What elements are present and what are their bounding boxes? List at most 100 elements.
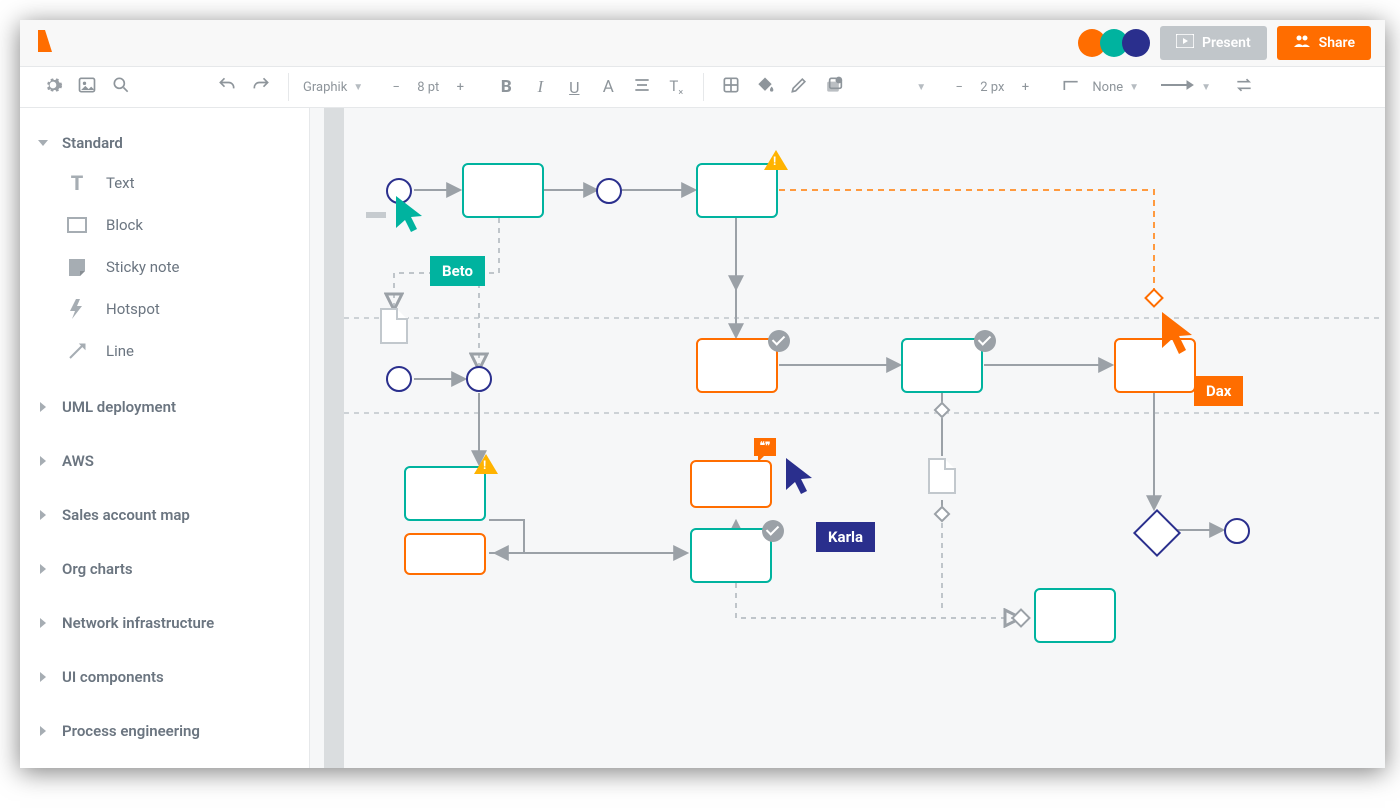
pencil-icon bbox=[789, 75, 809, 99]
presence-stack[interactable] bbox=[1084, 29, 1150, 57]
canvas[interactable]: ❝❞ Beto Karla Dax bbox=[344, 108, 1385, 768]
library-name: UML deployment bbox=[62, 398, 176, 416]
task-block[interactable] bbox=[690, 460, 772, 508]
document-shape[interactable] bbox=[928, 458, 956, 494]
share-button[interactable]: Share bbox=[1277, 26, 1371, 60]
shape-label: Block bbox=[106, 216, 143, 234]
text-color-button[interactable]: A bbox=[595, 74, 621, 100]
canvas-area[interactable]: ❝❞ Beto Karla Dax bbox=[310, 108, 1385, 768]
task-block[interactable] bbox=[404, 466, 486, 521]
shape-item-text[interactable]: T Text bbox=[66, 162, 291, 204]
present-button[interactable]: Present bbox=[1160, 26, 1267, 60]
font-size-increase[interactable]: + bbox=[447, 74, 473, 100]
arrow-type-select[interactable]: ▼ bbox=[1159, 79, 1211, 95]
line-style-select[interactable]: None ▼ bbox=[1092, 80, 1139, 95]
warning-badge-icon bbox=[474, 454, 498, 474]
line-shape-button[interactable] bbox=[1058, 74, 1084, 100]
swap-icon bbox=[1234, 75, 1254, 99]
undo-button[interactable] bbox=[214, 74, 240, 100]
chevron-right-icon bbox=[40, 564, 46, 574]
intermediate-event[interactable] bbox=[386, 366, 412, 392]
task-block[interactable] bbox=[696, 338, 778, 393]
shape-item-block[interactable]: Block bbox=[66, 204, 291, 246]
clear-format-button[interactable]: T× bbox=[663, 74, 689, 100]
collaborator-name: Dax bbox=[1206, 382, 1231, 400]
image-icon bbox=[77, 75, 97, 99]
people-icon bbox=[1293, 34, 1311, 52]
library-name: Org charts bbox=[62, 560, 133, 578]
warning-badge-icon bbox=[764, 150, 788, 170]
task-block[interactable] bbox=[404, 533, 486, 575]
library-name: AWS bbox=[62, 452, 94, 470]
underline-button[interactable]: U bbox=[561, 74, 587, 100]
chevron-right-icon bbox=[40, 510, 46, 520]
font-size-decrease[interactable]: − bbox=[383, 74, 409, 100]
chevron-down-icon bbox=[38, 140, 48, 146]
present-label: Present bbox=[1202, 35, 1251, 51]
library-section-process[interactable]: Process engineering bbox=[38, 712, 291, 750]
shape-label: Hotspot bbox=[106, 300, 160, 318]
library-section-sales[interactable]: Sales account map bbox=[38, 496, 291, 534]
line-style-value: None bbox=[1092, 80, 1123, 95]
library-section-org[interactable]: Org charts bbox=[38, 550, 291, 588]
bold-icon: B bbox=[501, 77, 512, 97]
chevron-down-icon: ▼ bbox=[1129, 82, 1139, 93]
task-block[interactable] bbox=[696, 163, 778, 218]
stroke-width-decrease[interactable]: − bbox=[946, 74, 972, 100]
shape-button[interactable] bbox=[718, 74, 744, 100]
library-section-standard[interactable]: Standard bbox=[38, 124, 291, 162]
redo-button[interactable] bbox=[248, 74, 274, 100]
intermediate-event[interactable] bbox=[596, 178, 622, 204]
library-name: Network infrastructure bbox=[62, 614, 214, 632]
collaborator-name: Beto bbox=[442, 262, 473, 280]
cursor-icon bbox=[782, 456, 818, 498]
shape-item-sticky[interactable]: Sticky note bbox=[66, 246, 291, 288]
text-icon: T bbox=[66, 172, 88, 194]
stroke-color-button[interactable] bbox=[786, 74, 812, 100]
app-logo bbox=[34, 28, 56, 58]
italic-button[interactable]: I bbox=[527, 74, 553, 100]
library-section-uml[interactable]: UML deployment bbox=[38, 388, 291, 426]
italic-icon: I bbox=[537, 77, 543, 97]
library-section-aws[interactable]: AWS bbox=[38, 442, 291, 480]
image-button[interactable] bbox=[74, 74, 100, 100]
search-button[interactable] bbox=[108, 74, 134, 100]
library-name: Standard bbox=[62, 134, 123, 152]
swap-direction-button[interactable] bbox=[1231, 74, 1257, 100]
intermediate-event[interactable] bbox=[466, 366, 492, 392]
undo-icon bbox=[217, 75, 237, 99]
library-section-ui[interactable]: UI components bbox=[38, 658, 291, 696]
fill-button[interactable] bbox=[752, 74, 778, 100]
bold-button[interactable]: B bbox=[493, 74, 519, 100]
library-name: Process engineering bbox=[62, 722, 200, 740]
task-block[interactable] bbox=[901, 338, 983, 393]
scroll-handle[interactable] bbox=[366, 212, 386, 218]
end-event[interactable] bbox=[1224, 518, 1250, 544]
chevron-right-icon bbox=[40, 726, 46, 736]
cursor-icon bbox=[392, 194, 428, 236]
task-block[interactable] bbox=[462, 163, 544, 218]
check-badge-icon bbox=[768, 330, 790, 352]
chevron-down-icon: ▼ bbox=[353, 82, 363, 93]
stroke-width-value: 2 px bbox=[980, 80, 1004, 95]
task-block[interactable] bbox=[690, 528, 772, 583]
underline-icon: U bbox=[569, 78, 579, 97]
align-button[interactable] bbox=[629, 74, 655, 100]
check-badge-icon bbox=[762, 520, 784, 542]
stroke-width-increase[interactable]: + bbox=[1012, 74, 1038, 100]
library-section-network[interactable]: Network infrastructure bbox=[38, 604, 291, 642]
arrow-icon bbox=[1159, 79, 1195, 95]
layers-button[interactable] bbox=[820, 74, 846, 100]
collaborator-tag: Dax bbox=[1194, 376, 1243, 406]
document-shape[interactable] bbox=[380, 308, 408, 344]
settings-button[interactable] bbox=[40, 74, 66, 100]
shape-library-sidebar: Standard T Text Block Sticky note bbox=[20, 108, 310, 768]
library-name: UI components bbox=[62, 668, 164, 686]
shape-item-line[interactable]: Line bbox=[66, 330, 291, 372]
app-body: Standard T Text Block Sticky note bbox=[20, 108, 1385, 768]
task-block[interactable] bbox=[1034, 588, 1116, 643]
font-family-select[interactable]: Graphik▼ bbox=[303, 80, 363, 95]
shape-item-hotspot[interactable]: Hotspot bbox=[66, 288, 291, 330]
chevron-down-icon[interactable]: ▼ bbox=[916, 82, 926, 93]
presence-avatar[interactable] bbox=[1122, 29, 1150, 57]
